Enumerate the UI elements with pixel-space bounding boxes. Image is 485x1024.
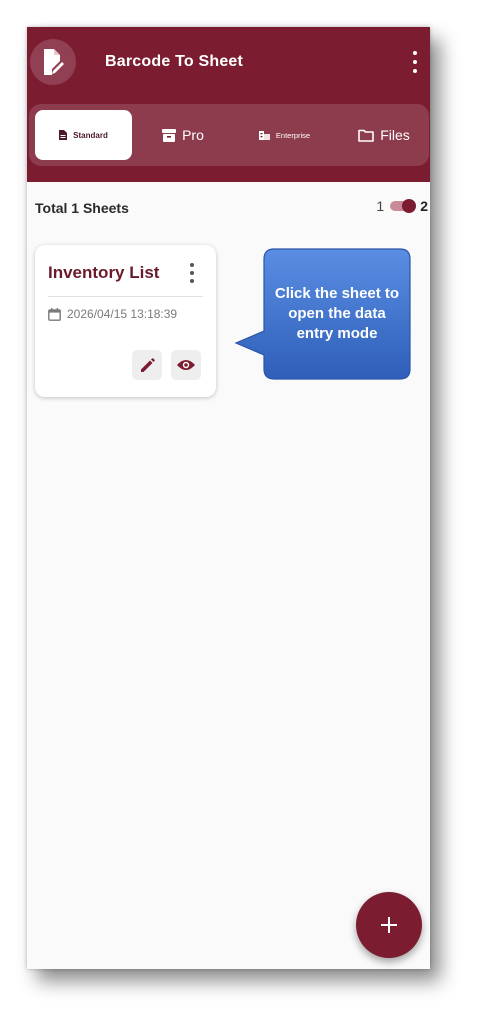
- folder-icon: [358, 129, 375, 142]
- tab-label: Pro: [182, 127, 204, 143]
- document-icon: [59, 130, 68, 140]
- plus-icon: [381, 917, 397, 933]
- sheet-date-text: 2026/04/15 13:18:39: [67, 307, 178, 321]
- sheet-date: 2026/04/15 13:18:39: [48, 307, 177, 321]
- dot-icon: [413, 51, 417, 55]
- tab-pro[interactable]: Pro: [147, 110, 219, 160]
- eye-icon: [177, 360, 195, 370]
- phone-screen: Barcode To Sheet Standard Pro Enterprise…: [27, 27, 430, 969]
- edit-sheet-button[interactable]: [132, 350, 162, 380]
- more-options-button[interactable]: [406, 49, 424, 75]
- tab-label: Standard: [73, 130, 108, 140]
- dot-icon: [190, 263, 194, 267]
- sheet-count-label: Total 1 Sheets: [35, 200, 129, 216]
- tab-label: Files: [380, 127, 410, 143]
- app-logo: [30, 39, 76, 85]
- dot-icon: [190, 271, 194, 275]
- calendar-icon: [48, 307, 61, 321]
- sheet-more-button[interactable]: [188, 263, 196, 283]
- view-sheet-button[interactable]: [171, 350, 201, 380]
- tab-label: Enterprise: [275, 130, 311, 140]
- edit-document-icon: [44, 49, 64, 75]
- tab-enterprise[interactable]: Enterprise: [237, 110, 332, 160]
- toggle-switch[interactable]: [390, 199, 417, 213]
- archive-icon: [162, 128, 177, 142]
- dot-icon: [413, 69, 417, 73]
- callout-text: Click the sheet to open the data entry m…: [274, 285, 400, 342]
- dot-icon: [190, 279, 194, 283]
- tooltip-callout: Click the sheet to open the data entry m…: [234, 247, 412, 381]
- app-title: Barcode To Sheet: [105, 53, 244, 70]
- toggle-right-label: 2: [420, 198, 428, 214]
- tab-files[interactable]: Files: [344, 110, 424, 160]
- add-sheet-button[interactable]: [356, 892, 422, 958]
- app-bar: Barcode To Sheet Standard Pro Enterprise…: [27, 27, 430, 182]
- dot-icon: [413, 60, 417, 64]
- toggle-knob: [402, 199, 417, 213]
- pencil-icon: [140, 357, 155, 372]
- building-icon: [258, 130, 270, 140]
- toggle-left-label: 1: [376, 198, 385, 214]
- sheet-title: Inventory List: [48, 263, 160, 282]
- card-divider: [48, 296, 203, 297]
- tab-standard[interactable]: Standard: [35, 110, 132, 160]
- sheet-card[interactable]: Inventory List 2026/04/15 13:18:39: [35, 245, 216, 397]
- plan-tabs: Standard Pro Enterprise Files: [29, 104, 429, 166]
- view-toggle[interactable]: 1 2: [376, 198, 428, 214]
